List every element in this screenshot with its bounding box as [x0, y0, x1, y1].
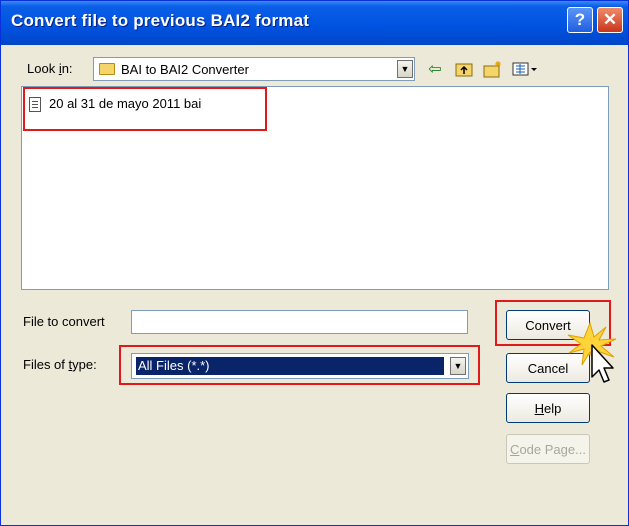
- highlight-files-of-type: [119, 345, 480, 385]
- up-folder-icon: [455, 63, 473, 77]
- click-burst-icon: [567, 321, 617, 383]
- look-in-combo[interactable]: BAI to BAI2 Converter ▼: [93, 57, 415, 81]
- file-to-convert-input[interactable]: [131, 310, 468, 334]
- new-folder-glyph-icon: [483, 61, 501, 78]
- look-in-value: BAI to BAI2 Converter: [121, 62, 249, 77]
- new-folder-icon[interactable]: [482, 59, 504, 79]
- code-page-button[interactable]: Code Page...: [506, 434, 590, 464]
- convert-dialog: Convert file to previous BAI2 format ? ✕…: [0, 0, 629, 526]
- help-title-button[interactable]: ?: [567, 7, 593, 33]
- look-in-label: Look in:: [27, 61, 73, 76]
- views-grid-icon: [512, 62, 537, 76]
- back-icon[interactable]: ⇦: [424, 59, 446, 79]
- highlight-file: [23, 87, 267, 131]
- chevron-down-icon[interactable]: ▼: [397, 60, 413, 78]
- files-of-type-label: Files of type:: [23, 357, 97, 372]
- title-bar[interactable]: Convert file to previous BAI2 format ? ✕: [1, 1, 628, 45]
- views-menu-icon[interactable]: [511, 59, 539, 79]
- up-one-level-icon[interactable]: [453, 59, 475, 79]
- help-button[interactable]: Help: [506, 393, 590, 423]
- close-button[interactable]: ✕: [597, 7, 623, 33]
- folder-icon: [99, 63, 115, 75]
- file-to-convert-label: File to convert: [23, 314, 105, 329]
- dialog-title: Convert file to previous BAI2 format: [11, 11, 310, 30]
